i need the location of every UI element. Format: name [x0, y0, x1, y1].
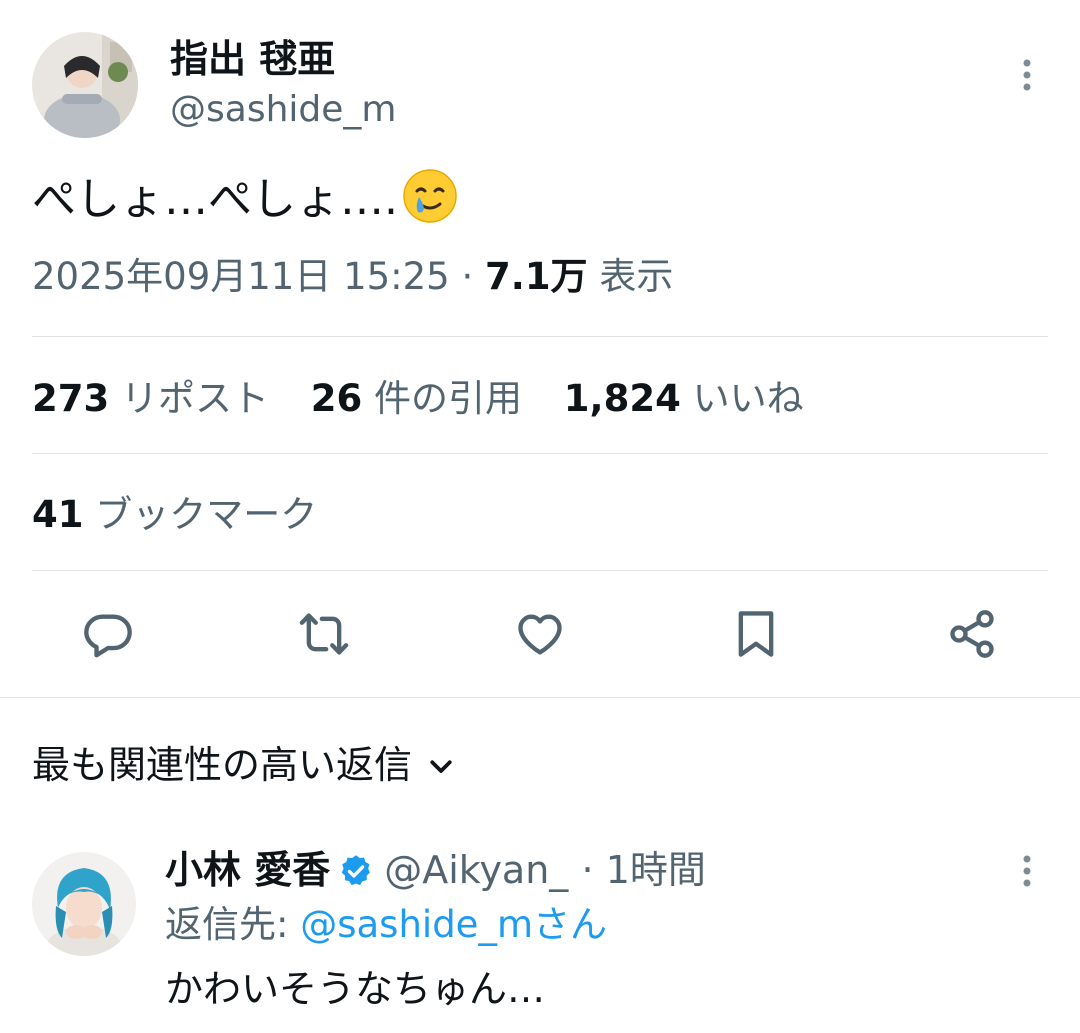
- more-options-icon[interactable]: [1007, 55, 1047, 95]
- author-handle[interactable]: @sashide_m: [170, 88, 396, 132]
- reply-icon: [84, 614, 132, 658]
- verified-badge-icon: [338, 851, 374, 901]
- author-avatar[interactable]: [32, 32, 138, 138]
- bookmark-icon: [738, 611, 774, 657]
- likes-label: いいね: [692, 377, 804, 420]
- replies-sort-label: 最も関連性の高い返信: [32, 743, 413, 787]
- timestamp[interactable]: 2025年09月11日 15:25: [32, 255, 450, 298]
- reply-author-avatar[interactable]: [32, 852, 136, 956]
- divider: [0, 697, 1080, 698]
- reply-to-handle-link[interactable]: @sashide_mさん: [300, 903, 607, 946]
- reposts-stat[interactable]: 273 リポスト: [32, 377, 269, 420]
- smiling-face-with-tear-icon: [402, 168, 458, 224]
- quotes-label: 件の引用: [374, 377, 523, 420]
- author-name[interactable]: 指出 毬亜: [170, 36, 335, 82]
- repost-button[interactable]: [294, 604, 354, 664]
- divider: [32, 570, 1048, 571]
- views-label: 表示: [599, 255, 674, 298]
- reply-to-prefix: 返信先:: [165, 903, 289, 946]
- reply-time[interactable]: · 1時間: [582, 848, 706, 892]
- likes-stat[interactable]: 1,824 いいね: [564, 377, 804, 420]
- divider: [32, 453, 1048, 454]
- views-count: 7.1万: [485, 255, 588, 298]
- repost-icon: [299, 613, 349, 655]
- reply-more-options-icon[interactable]: [1007, 851, 1047, 891]
- likes-count: 1,824: [563, 377, 681, 420]
- divider: [32, 336, 1048, 337]
- reply-to-line: 返信先: @sashide_mさん: [165, 900, 607, 950]
- bookmark-button[interactable]: [726, 604, 786, 664]
- reply-text: かわいそうなちゅん…: [165, 967, 546, 1011]
- chevron-down-icon: [426, 743, 456, 793]
- bookmarks-count: 41: [32, 493, 84, 536]
- quotes-stat[interactable]: 26 件の引用: [311, 377, 522, 420]
- like-icon: [518, 614, 562, 655]
- tweet-text: ぺしょ…ぺしょ….: [32, 168, 458, 230]
- share-button[interactable]: [942, 604, 1002, 664]
- tweet-meta: 2025年09月11日 15:25 · 7.1万 表示: [32, 252, 673, 302]
- meta-separator: ·: [461, 255, 474, 298]
- reposts-count: 273: [32, 377, 110, 420]
- engagement-stats: 273 リポスト 26 件の引用 1,824 いいね: [32, 374, 834, 424]
- share-icon: [950, 610, 994, 658]
- like-button[interactable]: [510, 604, 570, 664]
- reply-author-handle[interactable]: @Aikyan_: [384, 848, 568, 892]
- quotes-count: 26: [310, 377, 363, 420]
- replies-sort-selector[interactable]: 最も関連性の高い返信: [32, 740, 456, 793]
- reply-author-name[interactable]: 小林 愛香: [165, 848, 330, 892]
- reposts-label: リポスト: [121, 377, 269, 420]
- reply-button[interactable]: [78, 604, 138, 664]
- bookmarks-label: ブックマーク: [95, 493, 318, 536]
- reply-header: 小林 愛香 @Aikyan_ · 1時間: [165, 845, 706, 901]
- bookmarks-stat[interactable]: 41 ブックマーク: [32, 490, 317, 540]
- tweet-text-content: ぺしょ…ぺしょ….: [32, 174, 398, 225]
